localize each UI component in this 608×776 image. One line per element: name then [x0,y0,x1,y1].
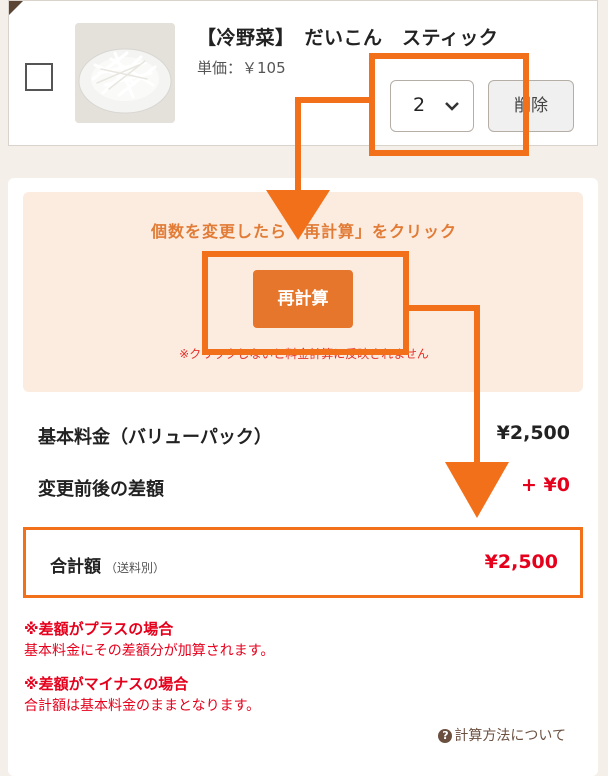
annotation-arrows [266,97,509,518]
arrowhead-down-icon [445,462,509,518]
arrow-line-recalc-to-total [409,305,480,470]
arrow-line-quantity-to-recalc [295,97,369,198]
arrowhead-down-icon [266,190,330,240]
